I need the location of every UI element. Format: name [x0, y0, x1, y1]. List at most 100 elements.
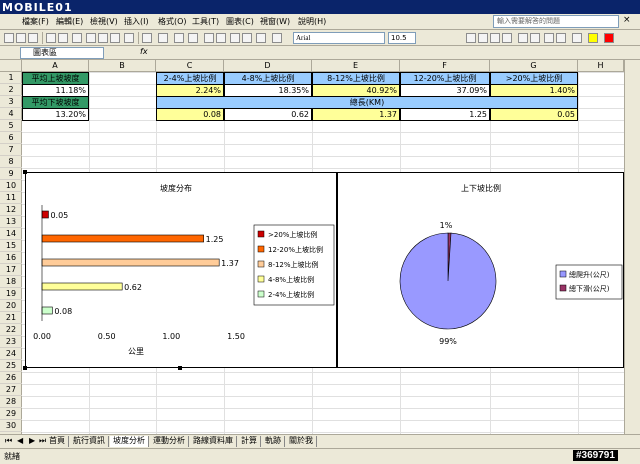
print-icon[interactable]	[46, 33, 56, 43]
row-header-7[interactable]: 7	[0, 144, 22, 156]
row-header-6[interactable]: 6	[0, 132, 22, 144]
row-header-2[interactable]: 2	[0, 84, 22, 96]
row-header-11[interactable]: 11	[0, 192, 22, 204]
row-header-29[interactable]: 29	[0, 408, 22, 420]
row-header-26[interactable]: 26	[0, 372, 22, 384]
cell-g4[interactable]: 0.05	[490, 108, 578, 121]
menu-file[interactable]: 檔案(F)	[22, 16, 49, 27]
pie-chart[interactable]: 上下坡比例 1% 99% 總爬升(公尺) 總下滑(公尺)	[337, 172, 624, 368]
merge-center-icon[interactable]	[502, 33, 512, 43]
row-header-30[interactable]: 30	[0, 420, 22, 432]
column-header-e[interactable]: E	[312, 60, 400, 72]
copy-icon[interactable]	[98, 33, 108, 43]
sort-desc-icon[interactable]	[216, 33, 226, 43]
drawing-icon[interactable]	[242, 33, 252, 43]
column-header-b[interactable]: B	[89, 60, 156, 72]
preview-icon[interactable]	[58, 33, 68, 43]
cell-f4[interactable]: 1.25	[400, 108, 490, 121]
save-icon[interactable]	[28, 33, 38, 43]
fx-icon[interactable]: fx	[140, 47, 148, 56]
new-icon[interactable]	[4, 33, 14, 43]
row-header-23[interactable]: 23	[0, 336, 22, 348]
row-header-16[interactable]: 16	[0, 252, 22, 264]
sheet-tab-1[interactable]: 航行資訊	[70, 436, 109, 447]
column-header-f[interactable]: F	[400, 60, 490, 72]
align-left-icon[interactable]	[466, 33, 476, 43]
column-header-h[interactable]: H	[578, 60, 624, 72]
undo-icon[interactable]	[142, 33, 152, 43]
open-icon[interactable]	[16, 33, 26, 43]
column-header-a[interactable]: A	[22, 60, 89, 72]
sort-asc-icon[interactable]	[204, 33, 214, 43]
column-header-c[interactable]: C	[156, 60, 224, 72]
font-color-icon[interactable]	[604, 33, 614, 43]
row-header-3[interactable]: 3	[0, 96, 22, 108]
autosum-icon[interactable]	[188, 33, 198, 43]
menu-help[interactable]: 說明(H)	[298, 16, 326, 27]
menu-chart[interactable]: 圖表(C)	[226, 16, 254, 27]
sheet-tab-6[interactable]: 軌跡	[262, 436, 285, 447]
comma-icon[interactable]	[530, 33, 540, 43]
sheet-tab-0[interactable]: 首頁	[46, 436, 69, 447]
cell-a4[interactable]: 13.20%	[22, 108, 89, 121]
menu-format[interactable]: 格式(O)	[158, 16, 187, 27]
row-header-25[interactable]: 25	[0, 360, 22, 372]
row-header-21[interactable]: 21	[0, 312, 22, 324]
zoom-icon[interactable]	[256, 33, 266, 43]
row-header-17[interactable]: 17	[0, 264, 22, 276]
row-header-9[interactable]: 9	[0, 168, 22, 180]
row-header-15[interactable]: 15	[0, 240, 22, 252]
align-right-icon[interactable]	[490, 33, 500, 43]
name-box[interactable]: 圖表區	[20, 47, 104, 59]
row-header-24[interactable]: 24	[0, 348, 22, 360]
cut-icon[interactable]	[86, 33, 96, 43]
help-search-input[interactable]: 輸入需要解答的問題	[493, 15, 619, 28]
cell-d4[interactable]: 0.62	[224, 108, 312, 121]
decrease-decimal-icon[interactable]	[556, 33, 566, 43]
menu-insert[interactable]: 插入(I)	[124, 16, 149, 27]
sheet-tab-3[interactable]: 運動分析	[150, 436, 189, 447]
menu-edit[interactable]: 編輯(E)	[56, 16, 83, 27]
percent-icon[interactable]	[518, 33, 528, 43]
row-header-27[interactable]: 27	[0, 384, 22, 396]
spell-icon[interactable]	[72, 33, 82, 43]
font-select[interactable]: Arial	[293, 32, 385, 44]
select-all-corner[interactable]	[0, 60, 22, 72]
row-header-13[interactable]: 13	[0, 216, 22, 228]
row-header-20[interactable]: 20	[0, 300, 22, 312]
cell-e4[interactable]: 1.37	[312, 108, 400, 121]
hyperlink-icon[interactable]	[174, 33, 184, 43]
row-header-19[interactable]: 19	[0, 288, 22, 300]
tab-nav-prev-icon[interactable]: ◀	[14, 436, 26, 447]
row-header-4[interactable]: 4	[0, 108, 22, 120]
format-painter-icon[interactable]	[124, 33, 134, 43]
borders-icon[interactable]	[572, 33, 582, 43]
help-icon[interactable]	[272, 33, 282, 43]
row-header-22[interactable]: 22	[0, 324, 22, 336]
row-header-12[interactable]: 12	[0, 204, 22, 216]
redo-icon[interactable]	[158, 33, 168, 43]
row-header-10[interactable]: 10	[0, 180, 22, 192]
column-header-g[interactable]: G	[490, 60, 578, 72]
increase-decimal-icon[interactable]	[544, 33, 554, 43]
sheet-tab-4[interactable]: 路線資料庫	[190, 436, 237, 447]
sheet-tab-5[interactable]: 計算	[238, 436, 261, 447]
menu-window[interactable]: 視窗(W)	[260, 16, 290, 27]
close-window-icon[interactable]: ×	[623, 15, 631, 25]
row-header-1[interactable]: 1	[0, 72, 22, 84]
paste-icon[interactable]	[110, 33, 120, 43]
sheet-tab-7[interactable]: 關於我	[286, 436, 317, 447]
font-size-select[interactable]: 10.5	[388, 32, 416, 44]
align-center-icon[interactable]	[478, 33, 488, 43]
cell-c4[interactable]: 0.08	[156, 108, 224, 121]
menu-view[interactable]: 檢視(V)	[90, 16, 118, 27]
row-header-5[interactable]: 5	[0, 120, 22, 132]
row-header-28[interactable]: 28	[0, 396, 22, 408]
bar-chart[interactable]: 坡度分布 公里 0.05 1.25 1.37 0.62 0.08 0.00 0.50 1.00…	[25, 172, 337, 368]
fill-color-icon[interactable]	[588, 33, 598, 43]
row-header-14[interactable]: 14	[0, 228, 22, 240]
row-header-8[interactable]: 8	[0, 156, 22, 168]
vertical-scrollbar[interactable]	[624, 60, 640, 436]
row-header-18[interactable]: 18	[0, 276, 22, 288]
menu-tools[interactable]: 工具(T)	[192, 16, 219, 27]
